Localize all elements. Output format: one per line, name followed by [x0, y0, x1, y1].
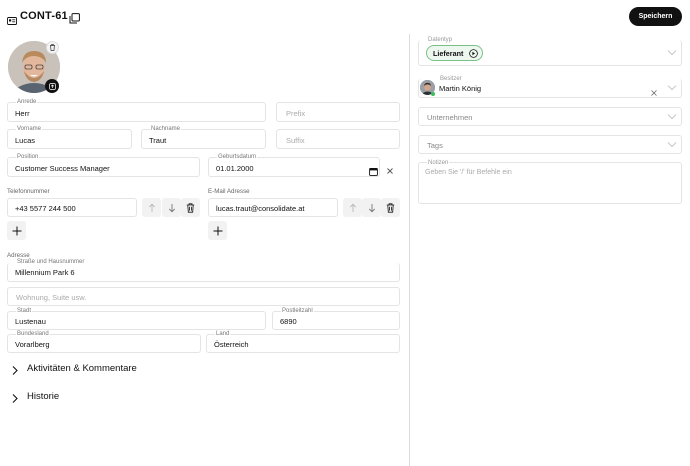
clear-owner-icon[interactable]	[650, 84, 658, 96]
header: CONT-61 Speichern	[0, 0, 690, 34]
first-name-value: Lucas	[15, 136, 36, 145]
birthday-value: 01.01.2000	[216, 164, 254, 173]
street-value: Millennium Park 6	[15, 268, 75, 277]
last-name-field[interactable]: Nachname Traut	[141, 125, 266, 149]
position-field[interactable]: Position Customer Success Manager	[7, 153, 200, 177]
copy-icon[interactable]	[69, 11, 80, 24]
datatype-chip[interactable]: Lieferant	[426, 45, 483, 61]
save-button[interactable]: Speichern	[629, 7, 682, 26]
birthday-field[interactable]: Geburtsdatum 01.01.2000	[208, 153, 380, 177]
chevron-right-icon	[11, 363, 19, 375]
phone-value: +43 5577 244 500	[15, 204, 76, 213]
delete-avatar-icon[interactable]	[46, 41, 59, 54]
position-label: Position	[16, 153, 40, 162]
phone-label: Telefonnummer	[7, 188, 50, 195]
birthday-label: Geburtsdatum	[217, 153, 258, 162]
first-name-label: Vorname	[16, 125, 43, 134]
contact-card-icon	[7, 12, 17, 25]
email-move-up-button[interactable]	[343, 198, 362, 217]
datatype-chip-label: Lieferant	[433, 48, 464, 58]
suffix-field[interactable]: Suffix	[276, 129, 400, 149]
chevron-down-icon	[667, 46, 677, 56]
country-value: Österreich	[214, 340, 249, 349]
play-circle-icon	[469, 49, 478, 58]
phone-delete-button[interactable]	[181, 198, 200, 217]
apartment-field[interactable]: Wohnung, Suite usw.	[7, 287, 400, 306]
owner-value: Martin König	[439, 84, 482, 93]
email-label: E-Mail Adresse	[208, 188, 250, 195]
state-value: Vorarlberg	[15, 340, 50, 349]
country-field[interactable]: Land Österreich	[206, 330, 400, 353]
state-label: Bundesland	[16, 330, 50, 339]
phone-move-down-button[interactable]	[162, 198, 181, 217]
owner-field[interactable]: Besitzer Martin König	[418, 75, 682, 98]
salutation-field[interactable]: Anrede Herr	[7, 98, 266, 122]
first-name-field[interactable]: Vorname Lucas	[7, 125, 132, 149]
position-value: Customer Success Manager	[15, 164, 110, 173]
activities-section-toggle[interactable]: Aktivitäten & Kommentare	[8, 362, 208, 376]
state-field[interactable]: Bundesland Vorarlberg	[7, 330, 201, 353]
chevron-down-icon	[667, 81, 677, 91]
country-label: Land	[215, 330, 231, 339]
email-input[interactable]: lucas.traut@consolidate.at	[208, 198, 338, 217]
suffix-placeholder: Suffix	[286, 136, 305, 145]
email-value: lucas.traut@consolidate.at	[216, 204, 305, 213]
company-field[interactable]: Unternehmen	[418, 107, 682, 126]
notes-label: Notizen	[427, 159, 450, 168]
notes-placeholder: Geben Sie '/' für Befehle ein	[425, 169, 512, 176]
prefix-field[interactable]: Prefix	[276, 102, 400, 122]
phone-input[interactable]: +43 5577 244 500	[7, 198, 137, 217]
upload-avatar-icon[interactable]	[45, 79, 59, 93]
city-field[interactable]: Stadt Lustenau	[7, 307, 266, 330]
salutation-label: Anrede	[16, 98, 38, 107]
street-label: Straße und Hausnummer	[16, 258, 86, 267]
notes-field[interactable]: Notizen Geben Sie '/' für Befehle ein	[418, 159, 682, 204]
salutation-value: Herr	[15, 109, 30, 118]
tags-field[interactable]: Tags	[418, 135, 682, 154]
history-section-title: Historie	[27, 391, 60, 402]
prefix-placeholder: Prefix	[286, 109, 306, 118]
chevron-down-icon	[667, 110, 677, 120]
phone-move-up-button[interactable]	[142, 198, 161, 217]
activities-section-title: Aktivitäten & Kommentare	[27, 363, 137, 374]
add-email-button[interactable]	[208, 221, 227, 240]
city-value: Lustenau	[15, 317, 46, 326]
calendar-icon[interactable]	[369, 163, 378, 176]
panel-divider	[409, 34, 410, 466]
zip-value: 6890	[280, 317, 297, 326]
street-field[interactable]: Straße und Hausnummer Millennium Park 6	[7, 258, 400, 282]
last-name-label: Nachname	[150, 125, 182, 134]
clear-birthday-icon[interactable]	[386, 162, 394, 174]
owner-status-dot	[431, 92, 435, 96]
datatype-label: Datentyp	[427, 36, 454, 45]
chevron-down-icon	[667, 138, 677, 148]
company-placeholder: Unternehmen	[427, 113, 473, 122]
last-name-value: Traut	[149, 136, 167, 145]
zip-field[interactable]: Postleitzahl 6890	[272, 307, 400, 330]
chevron-right-icon	[11, 391, 19, 403]
zip-label: Postleitzahl	[281, 307, 314, 316]
city-label: Stadt	[16, 307, 33, 316]
add-phone-button[interactable]	[7, 221, 26, 240]
email-delete-button[interactable]	[381, 198, 400, 217]
email-move-down-button[interactable]	[362, 198, 381, 217]
owner-label: Besitzer	[439, 75, 463, 84]
page-title: CONT-61	[20, 10, 68, 22]
apartment-placeholder: Wohnung, Suite usw.	[16, 293, 87, 302]
tags-placeholder: Tags	[427, 141, 443, 150]
history-section-toggle[interactable]: Historie	[8, 390, 208, 404]
